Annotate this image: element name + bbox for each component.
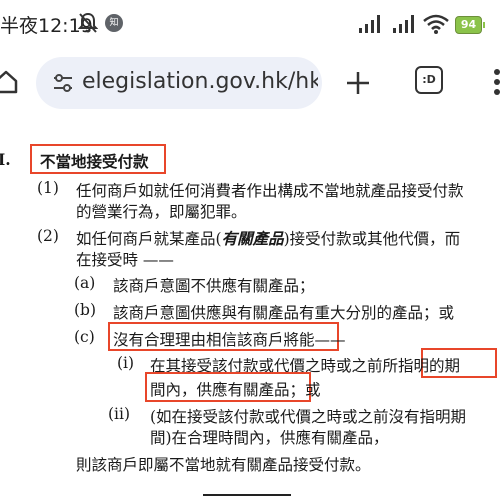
subsection-1-line2: 的營業行為，即屬犯罪。 <box>76 203 247 221</box>
browser-toolbar: elegislation.gov.hk/hk :D <box>0 50 500 116</box>
subsection-2-line2: 在接受時 —— <box>76 251 174 269</box>
paragraph-b-number: (b) <box>74 301 97 319</box>
subsection-1-number: (1) <box>37 179 59 197</box>
battery-level: 94 <box>460 18 477 31</box>
paragraph-b-text: 該商戶意圖供應與有關產品有重大分別的產品；或 <box>113 304 455 322</box>
notification-badge: 知 <box>105 14 123 32</box>
site-settings-icon[interactable] <box>52 73 74 97</box>
status-bar: 半夜12:19 知 94 <box>0 0 500 50</box>
section-number: I. <box>0 150 11 169</box>
subsection-1-line1: 任何商戶如就任何消費者作出構成不當地就產品接受付款 <box>76 182 464 200</box>
legislation-content: I. 不當地接受付款 (1) 任何商戶如就任何消費者作出構成不當地就產品接受付款… <box>0 116 500 500</box>
paragraph-c-text: 沒有合理理由相信該商戶將能—— <box>113 331 346 349</box>
paragraph-c-number: (c) <box>74 328 95 346</box>
section-title: 不當地接受付款 <box>40 152 149 171</box>
home-icon[interactable] <box>0 70 18 98</box>
conclusion-text: 則該商戶即屬不當地就有關產品接受付款。 <box>76 456 371 474</box>
defined-term: 有關產品 <box>221 229 284 248</box>
signal-icon <box>358 14 384 38</box>
paragraph-a-text: 該商戶意圖不供應有關產品； <box>113 277 315 295</box>
paragraph-a-number: (a) <box>74 274 96 292</box>
address-bar[interactable]: elegislation.gov.hk/hk <box>36 57 322 109</box>
subparagraph-i-line2: 間內，供應有關產品；或 <box>150 381 321 399</box>
subsection-2-number: (2) <box>37 227 59 245</box>
subsection-2-line1: 如任何商戶就某產品(有關產品)接受付款或其他代價，而 <box>76 229 461 248</box>
signal-icon-secondary <box>392 14 418 38</box>
overflow-menu-icon[interactable] <box>494 68 500 100</box>
divider <box>203 494 291 496</box>
new-tab-icon[interactable] <box>345 70 371 100</box>
bell-muted-icon <box>77 12 99 38</box>
subparagraph-ii-line1: (如在接受該付款或代價之時或之前沒有指明期 <box>150 408 467 426</box>
wifi-icon <box>422 13 450 39</box>
subparagraph-ii-line2: 間)在合理時間內，供應有關產品， <box>150 429 389 447</box>
url-text[interactable]: elegislation.gov.hk/hk <box>82 69 318 94</box>
battery-icon: 94 <box>455 16 485 34</box>
tab-switcher-button[interactable]: :D <box>415 66 443 94</box>
subparagraph-i-number: (i) <box>117 354 135 372</box>
subparagraph-ii-number: (ii) <box>108 405 131 423</box>
